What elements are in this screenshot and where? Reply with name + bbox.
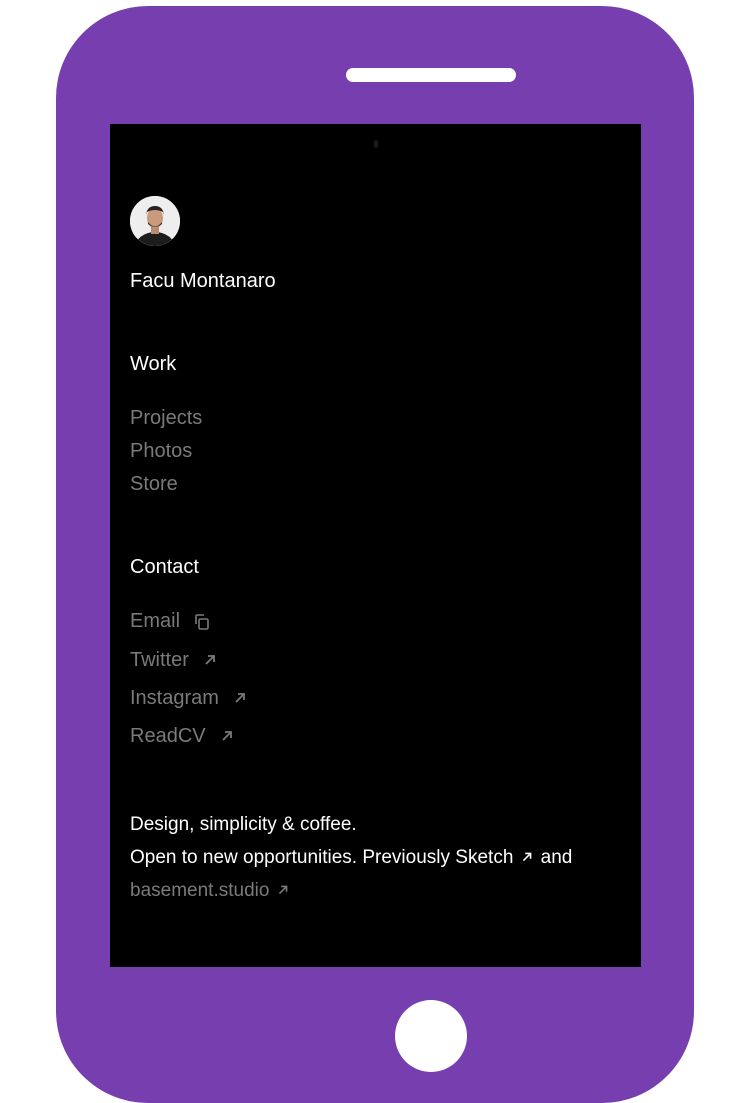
external-link-icon — [275, 881, 291, 897]
external-link-icon — [201, 651, 219, 669]
contact-link-twitter[interactable]: Twitter — [130, 648, 219, 672]
work-heading: Work — [130, 353, 177, 375]
contact-heading: Contact — [130, 556, 199, 578]
nav-link-label: Store — [130, 473, 178, 495]
contact-link-label: Twitter — [130, 649, 189, 671]
profile-name: Facu Montanaro — [130, 270, 276, 292]
nav-link-projects[interactable]: Projects — [130, 406, 202, 430]
copy-icon[interactable] — [192, 612, 210, 630]
bio-and-text: and — [540, 847, 573, 868]
contact-link-readcv[interactable]: ReadCV — [130, 724, 236, 748]
contact-link-label: Instagram — [130, 687, 219, 709]
camera-icon — [374, 140, 378, 148]
nav-link-photos[interactable]: Photos — [130, 439, 192, 463]
sketch-link-label: Sketch — [455, 847, 514, 868]
contact-link-label: Email — [130, 610, 181, 632]
avatar — [130, 196, 180, 246]
contact-link-label: ReadCV — [130, 725, 206, 747]
nav-link-label: Photos — [130, 440, 193, 462]
basement-studio-label: basement.studio — [130, 880, 270, 901]
avatar-photo-icon — [130, 196, 180, 246]
bio-tagline: Design, simplicity & coffee. — [130, 814, 357, 835]
external-link-icon — [218, 727, 236, 745]
nav-link-label: Projects — [130, 407, 203, 429]
phone-speaker — [346, 68, 516, 82]
external-link-icon — [231, 689, 249, 707]
contact-link-instagram[interactable]: Instagram — [130, 686, 249, 710]
nav-link-store[interactable]: Store — [130, 472, 178, 496]
home-button[interactable] — [395, 1000, 467, 1072]
sketch-link[interactable]: Sketch — [455, 847, 535, 868]
contact-link-email[interactable]: Email — [130, 609, 210, 633]
basement-studio-link[interactable]: basement.studio — [130, 880, 291, 901]
bio-basement-line: basement.studio — [130, 879, 291, 903]
external-link-icon — [519, 848, 535, 864]
bio-availability-text: Open to new opportunities. Previously — [130, 847, 451, 868]
bio-availability: Open to new opportunities. Previously Sk… — [130, 846, 572, 870]
phone-screen: Facu Montanaro Work Projects Photos Stor… — [110, 124, 641, 967]
